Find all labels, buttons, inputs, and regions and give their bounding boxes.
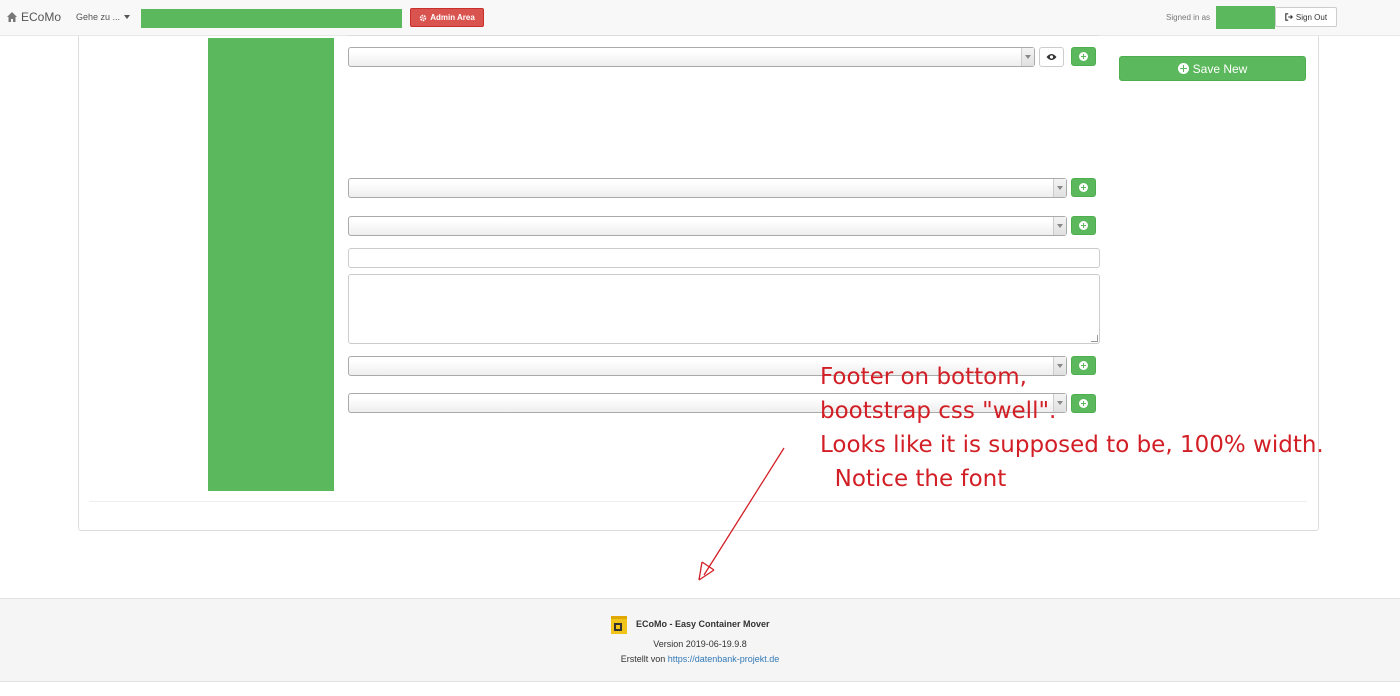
add-button[interactable] <box>1071 216 1096 235</box>
textarea[interactable] <box>348 274 1100 344</box>
chevron-down-icon <box>1053 179 1066 197</box>
plus-circle-icon <box>1079 221 1088 230</box>
redacted-username <box>1216 6 1275 29</box>
select-field[interactable] <box>348 47 1035 67</box>
sign-out-icon <box>1285 13 1293 21</box>
chevron-down-icon <box>1021 48 1034 66</box>
save-new-button[interactable]: Save New <box>1119 56 1306 81</box>
add-button[interactable] <box>1071 47 1096 66</box>
navbar: ECoMo Gehe zu ... Admin Area Signed in a… <box>0 0 1400 36</box>
goto-label: Gehe zu ... <box>76 12 121 22</box>
redacted-block <box>141 9 402 28</box>
chevron-down-icon <box>124 15 131 19</box>
footer-link[interactable]: https://datenbank-projekt.de <box>668 654 780 664</box>
gear-icon <box>419 14 427 21</box>
goto-dropdown[interactable]: Gehe zu ... <box>76 12 131 22</box>
footer-title: ECoMo - Easy Container Mover <box>636 619 770 629</box>
annotation-text: Footer on bottom, bootstrap css "well". … <box>820 364 1324 492</box>
container-logo-icon <box>611 616 627 634</box>
chevron-down-icon <box>1053 217 1066 235</box>
plus-circle-icon <box>1079 183 1088 192</box>
plus-circle-icon <box>1177 63 1189 74</box>
admin-area-label: Admin Area <box>430 13 475 22</box>
sign-out-label: Sign Out <box>1295 12 1328 22</box>
home-icon <box>7 12 17 22</box>
text-input[interactable] <box>348 248 1100 268</box>
footer-version: Version 2019-06-19.9.8 <box>653 639 747 649</box>
signed-in-label: Signed in as <box>1166 13 1211 22</box>
view-button[interactable] <box>1039 47 1064 67</box>
select-field[interactable] <box>348 216 1067 236</box>
save-new-label: Save New <box>1192 61 1248 76</box>
sign-out-button[interactable]: Sign Out <box>1275 7 1337 27</box>
select-field[interactable] <box>348 178 1067 198</box>
field-divider <box>348 35 1099 36</box>
redacted-label-column <box>208 38 334 491</box>
plus-circle-icon <box>1079 52 1088 61</box>
footer-created: Erstellt von https://datenbank-projekt.d… <box>0 654 1400 664</box>
admin-area-button[interactable]: Admin Area <box>410 8 484 27</box>
eye-icon <box>1046 54 1057 60</box>
annotation-arrow <box>698 447 785 581</box>
brand-link[interactable]: ECoMo <box>6 10 61 24</box>
brand-text: ECoMo <box>21 10 62 24</box>
add-button[interactable] <box>1071 178 1096 197</box>
footer-created-prefix: Erstellt von <box>620 654 668 664</box>
